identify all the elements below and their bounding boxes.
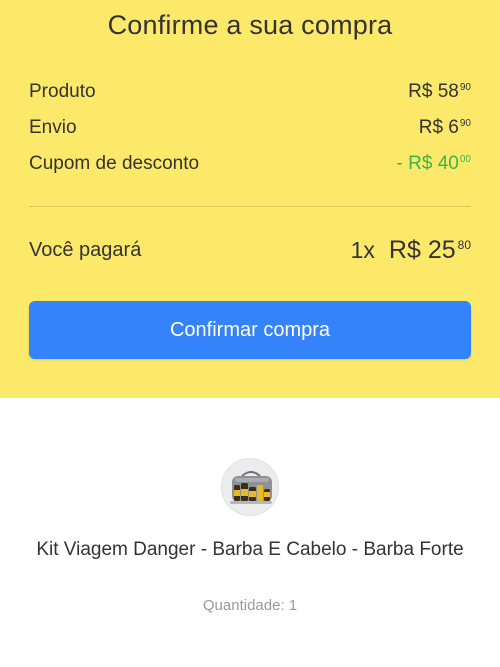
summary-row-shipping: Envio R$ 6 90 (29, 117, 471, 139)
total-currency: R$ (388, 236, 421, 264)
total-cents: 80 (457, 238, 471, 252)
shipping-cents: 90 (459, 118, 471, 129)
product-price-label: Produto (29, 81, 96, 102)
total-label: Você pagará (29, 239, 142, 261)
product-price-cents: 90 (459, 82, 471, 93)
total-amount: 25 (427, 236, 456, 264)
confirm-purchase-button[interactable]: Confirmar compra (29, 301, 471, 359)
summary-row-discount: Cupom de desconto - R$ 40 00 (29, 153, 471, 175)
shipping-amount: 6 (448, 117, 459, 138)
summary-row-product: Produto R$ 58 90 (29, 81, 471, 103)
discount-amount: 40 (437, 153, 459, 174)
total-value: R$ 25 80 (389, 236, 471, 265)
total-value-group: 1x R$ 25 80 (351, 236, 471, 265)
product-kit-image (221, 458, 279, 516)
total-row: Você pagará 1x R$ 25 80 (29, 236, 471, 265)
discount-value: - R$ 40 00 (397, 153, 471, 175)
purchase-summary-panel: Confirme a sua compra Produto R$ 58 90 En… (0, 0, 500, 398)
summary-divider (29, 206, 471, 207)
shipping-label: Envio (29, 117, 77, 138)
discount-cents: 00 (459, 154, 471, 165)
product-price-currency: R$ (408, 81, 433, 102)
product-price-amount: 58 (437, 81, 459, 102)
total-installments: 1x (350, 237, 375, 263)
discount-currency: - R$ (396, 153, 433, 174)
product-quantity: Quantidade: 1 (202, 597, 298, 614)
product-price-value: R$ 58 90 (408, 81, 471, 103)
shipping-currency: R$ (418, 117, 444, 138)
shipping-value: R$ 6 90 (419, 117, 471, 139)
product-kit-illustration (222, 459, 278, 515)
page-title: Confirme a sua compra (107, 10, 393, 40)
product-name: Kit Viagem Danger - Barba E Cabelo - Bar… (36, 539, 464, 560)
discount-label: Cupom de desconto (29, 153, 200, 174)
